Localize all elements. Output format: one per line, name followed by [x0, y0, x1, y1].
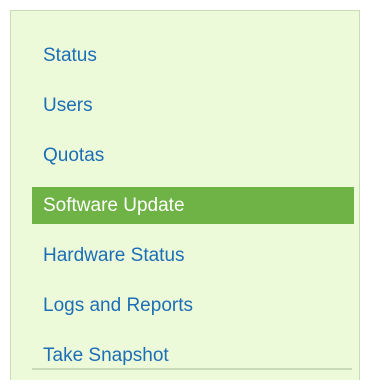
menu-item-label: Take Snapshot [43, 344, 169, 366]
menu-item-label: Users [43, 94, 93, 116]
menu-item-logs-and-reports[interactable]: Logs and Reports [32, 287, 354, 324]
menu-item-status[interactable]: Status [32, 37, 354, 74]
navigation-panel: Status Users Quotas Software Update Hard… [10, 10, 360, 380]
menu-item-users[interactable]: Users [32, 87, 354, 124]
menu-item-quotas[interactable]: Quotas [32, 137, 354, 174]
menu-item-hardware-status[interactable]: Hardware Status [32, 237, 354, 274]
menu-item-software-update[interactable]: Software Update [32, 187, 354, 224]
menu-item-label: Software Update [43, 194, 185, 216]
menu-item-label: Quotas [43, 144, 105, 166]
menu-item-label: Hardware Status [43, 244, 185, 266]
nav-menu: Status Users Quotas Software Update Hard… [32, 37, 354, 387]
menu-item-label: Logs and Reports [43, 294, 193, 316]
menu-item-label: Status [43, 44, 97, 66]
